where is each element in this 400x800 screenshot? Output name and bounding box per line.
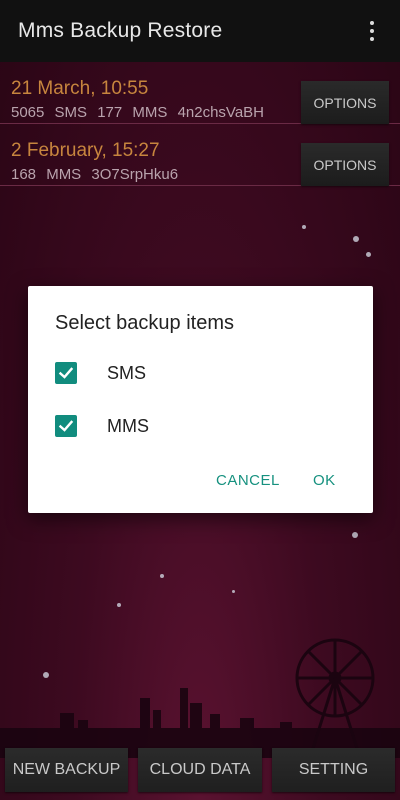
menu-dot [370,29,374,33]
backup-meta: 5065 SMS 177 MMS 4n2chsVaBH [11,104,265,121]
backup-date: 21 March, 10:55 [11,78,149,99]
select-backup-items-dialog: Select backup items SMS MMS CANCEL OK [28,286,373,513]
star-dot [232,590,235,593]
star-dot [160,574,164,578]
menu-dot [370,21,374,25]
app-bar: Mms Backup Restore [0,0,400,62]
dialog-item-sms[interactable]: SMS [55,358,146,388]
mms-checkbox[interactable] [55,415,77,437]
backup-meta: 168 MMS 3O7SrpHku6 [11,166,179,183]
backup-row[interactable]: 2 February, 15:27 168 MMS 3O7SrpHku6 OPT… [0,124,400,186]
check-icon [58,420,74,432]
menu-dot [370,37,374,41]
star-dot [366,252,371,257]
backup-list: 21 March, 10:55 5065 SMS 177 MMS 4n2chsV… [0,62,400,186]
cancel-button[interactable]: CANCEL [216,472,280,489]
bottom-action-bar: NEW BACKUP CLOUD DATA SETTING [0,748,400,800]
mms-label: MMS [107,415,149,436]
dialog-item-mms[interactable]: MMS [55,411,149,441]
star-dot [117,603,121,607]
options-button[interactable]: OPTIONS [301,143,389,186]
backup-date: 2 February, 15:27 [11,140,160,161]
sms-label: SMS [107,362,147,383]
city-skyline-illustration [0,638,400,758]
backup-row[interactable]: 21 March, 10:55 5065 SMS 177 MMS 4n2chsV… [0,62,400,124]
check-icon [58,367,74,379]
overflow-menu-icon[interactable] [362,19,382,43]
setting-button[interactable]: SETTING [272,748,395,792]
cloud-data-button[interactable]: CLOUD DATA [138,748,262,792]
new-backup-button[interactable]: NEW BACKUP [5,748,128,792]
ok-button[interactable]: OK [313,472,336,489]
sms-checkbox[interactable] [55,362,77,384]
star-dot [302,225,306,229]
options-button[interactable]: OPTIONS [301,81,389,124]
dialog-title: Select backup items [55,312,234,334]
star-dot [352,532,358,538]
app-title: Mms Backup Restore [18,19,223,42]
star-dot [353,236,359,242]
